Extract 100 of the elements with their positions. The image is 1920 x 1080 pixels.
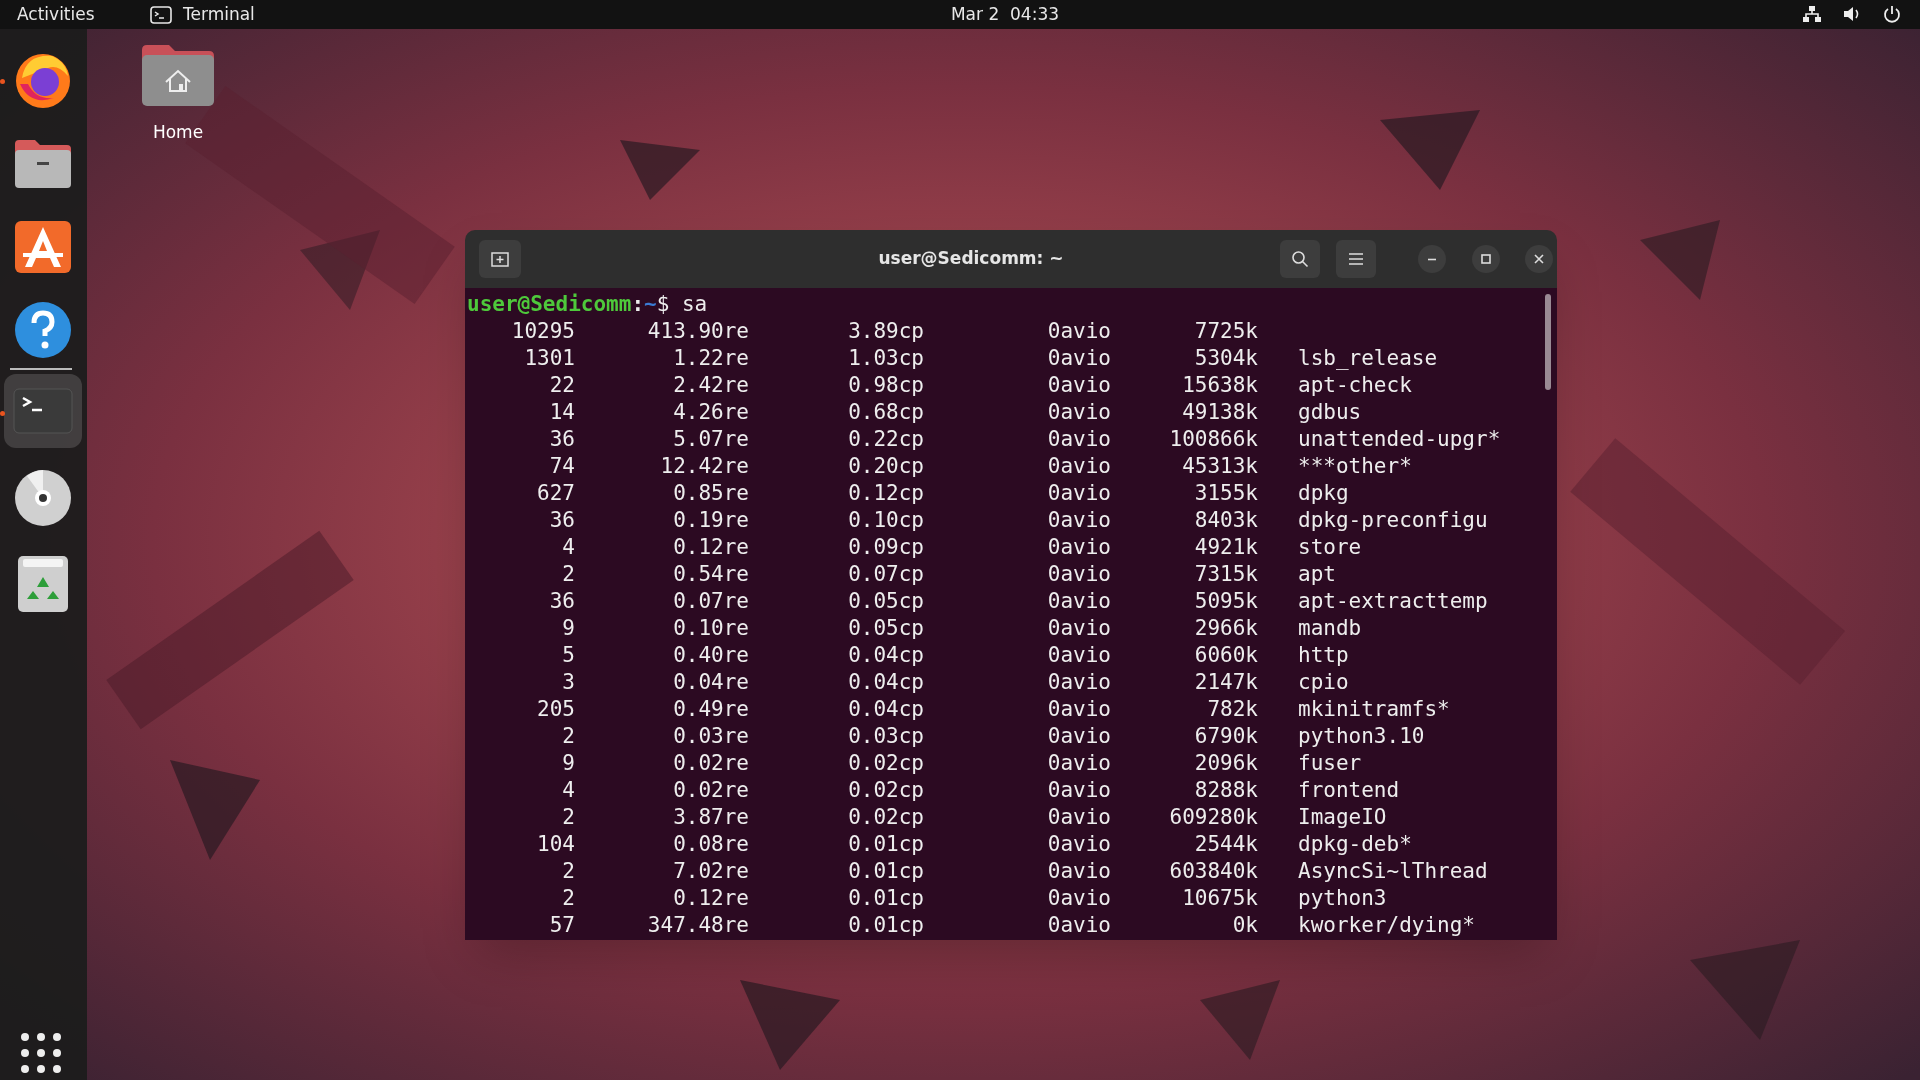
cpu-time: 0.02cp: [847, 750, 924, 777]
cpu-time: 0.98cp: [847, 372, 924, 399]
window-title: user@Sedicomm: ~: [877, 247, 1065, 271]
command-name: unattended-upgr*: [1297, 426, 1502, 453]
real-time: 0.07re: [672, 588, 749, 615]
cpu-time: 0.01cp: [847, 912, 924, 939]
call-count: 2: [561, 561, 575, 588]
desktop-icon-label[interactable]: Home: [152, 120, 204, 146]
memory-usage: 2096k: [1193, 750, 1258, 777]
io-count: 0avio: [1046, 426, 1111, 453]
app-grid-icon[interactable]: [20, 1032, 62, 1074]
clock[interactable]: Mar 2 04:33: [900, 1, 1110, 28]
recycle-bin-icon: [17, 555, 69, 613]
memory-usage: 7315k: [1193, 561, 1258, 588]
command-name: ***other*: [1297, 453, 1413, 480]
search-button[interactable]: [1280, 240, 1320, 278]
real-time: 413.90re: [646, 318, 749, 345]
memory-usage: 6060k: [1193, 642, 1258, 669]
call-count: 2: [561, 885, 575, 912]
real-time: 0.08re: [672, 831, 749, 858]
cpu-time: 0.02cp: [847, 804, 924, 831]
memory-usage: 0k: [1231, 912, 1258, 939]
memory-usage: 15638k: [1181, 372, 1258, 399]
folder-icon: [13, 138, 73, 190]
home-folder-icon[interactable]: [140, 42, 216, 108]
io-count: 0avio: [1046, 669, 1111, 696]
new-tab-icon: [491, 251, 509, 267]
minimize-icon: [1427, 257, 1437, 261]
cpu-time: 0.01cp: [847, 831, 924, 858]
cpu-time: 0.09cp: [847, 534, 924, 561]
real-time: 0.12re: [672, 534, 749, 561]
command-name: dpkg-deb*: [1297, 831, 1413, 858]
call-count: 36: [548, 588, 575, 615]
memory-usage: 2966k: [1193, 615, 1258, 642]
call-count: 10295: [510, 318, 575, 345]
call-count: 9: [561, 750, 575, 777]
call-count: 104: [536, 831, 575, 858]
memory-usage: 6790k: [1193, 723, 1258, 750]
command-name: fuser: [1297, 750, 1363, 777]
command-name: frontend: [1297, 777, 1401, 804]
activities-button[interactable]: Activities: [17, 1, 150, 28]
cpu-time: 0.01cp: [847, 858, 924, 885]
memory-usage: 45313k: [1181, 453, 1258, 480]
power-icon[interactable]: [1882, 5, 1902, 23]
real-time: 0.04re: [672, 669, 749, 696]
cpu-time: 0.05cp: [847, 588, 924, 615]
call-count: 2: [561, 723, 575, 750]
io-count: 0avio: [1046, 588, 1111, 615]
menu-button[interactable]: [1336, 240, 1376, 278]
memory-usage: 603840k: [1168, 858, 1258, 885]
call-count: 3: [561, 669, 575, 696]
app-menu[interactable]: Terminal: [183, 1, 255, 28]
cpu-time: 0.68cp: [847, 399, 924, 426]
call-count: 2: [561, 804, 575, 831]
memory-usage: 8288k: [1193, 777, 1258, 804]
command-name: apt-extracttemp: [1297, 588, 1489, 615]
cpu-time: 0.04cp: [847, 669, 924, 696]
maximize-button[interactable]: [1472, 245, 1500, 273]
command-name: apt: [1297, 561, 1337, 588]
terminal-icon: [13, 388, 73, 434]
minimize-button[interactable]: [1418, 245, 1446, 273]
command-name: kworker/dying*: [1297, 912, 1476, 939]
io-count: 0avio: [1046, 399, 1111, 426]
memory-usage: 782k: [1206, 696, 1258, 723]
command-name: http: [1297, 642, 1350, 669]
cpu-time: 0.20cp: [847, 453, 924, 480]
real-time: 0.02re: [672, 750, 749, 777]
command-name: python3: [1297, 885, 1388, 912]
io-count: 0avio: [1046, 453, 1111, 480]
call-count: 205: [536, 696, 575, 723]
real-time: 4.26re: [672, 399, 749, 426]
io-count: 0avio: [1046, 318, 1111, 345]
close-button[interactable]: [1525, 245, 1553, 273]
io-count: 0avio: [1046, 615, 1111, 642]
command-name: lsb_release: [1297, 345, 1439, 372]
real-time: 347.48re: [646, 912, 749, 939]
real-time: 1.22re: [672, 345, 749, 372]
memory-usage: 7725k: [1193, 318, 1258, 345]
call-count: 2: [561, 858, 575, 885]
cpu-time: 0.07cp: [847, 561, 924, 588]
command-name: ImageIO: [1297, 804, 1388, 831]
scrollbar[interactable]: [1545, 294, 1551, 390]
memory-usage: 2147k: [1193, 669, 1258, 696]
call-count: 4: [561, 534, 575, 561]
real-time: 0.03re: [672, 723, 749, 750]
memory-usage: 4921k: [1193, 534, 1258, 561]
call-count: 57: [548, 912, 575, 939]
network-icon[interactable]: [1802, 5, 1822, 23]
cpu-time: 1.03cp: [847, 345, 924, 372]
new-tab-button[interactable]: [479, 240, 521, 278]
io-count: 0avio: [1046, 777, 1111, 804]
memory-usage: 3155k: [1193, 480, 1258, 507]
io-count: 0avio: [1046, 885, 1111, 912]
call-count: 9: [561, 615, 575, 642]
io-count: 0avio: [1046, 858, 1111, 885]
io-count: 0avio: [1046, 561, 1111, 588]
memory-usage: 5095k: [1193, 588, 1258, 615]
app-store-icon: [13, 219, 73, 275]
cpu-time: 0.01cp: [847, 885, 924, 912]
real-time: 7.02re: [672, 858, 749, 885]
